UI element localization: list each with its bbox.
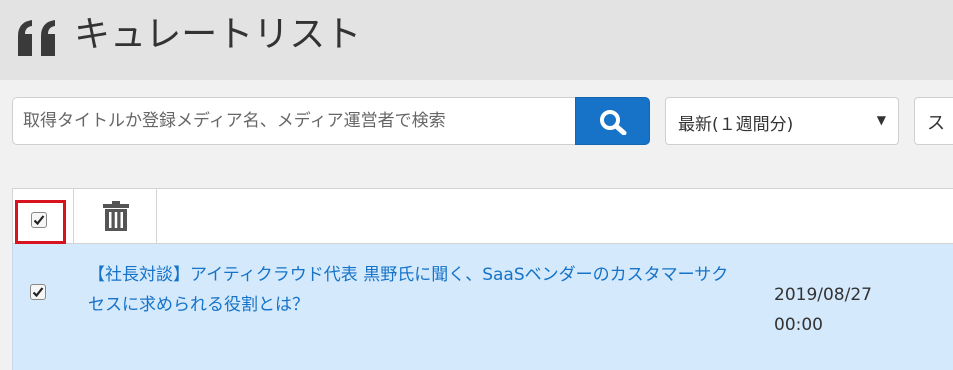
page-header: キュレートリスト xyxy=(0,0,953,80)
row-timestamp: 2019/08/27 00:00 xyxy=(774,280,872,340)
period-select[interactable]: 最新(１週間分) ▼ xyxy=(665,97,899,145)
search-button[interactable] xyxy=(575,97,650,145)
search-toolbar: 最新(１週間分) ▼ ス xyxy=(0,80,953,164)
checkmark-icon xyxy=(33,215,45,226)
page-title: キュレートリスト xyxy=(74,14,362,55)
table-header xyxy=(12,188,953,244)
checkmark-icon xyxy=(32,287,44,298)
period-select-value: 最新(１週間分) xyxy=(678,115,794,135)
row-time: 00:00 xyxy=(774,315,823,335)
dropdown-arrow-icon: ▼ xyxy=(876,113,886,127)
quote-icon xyxy=(18,20,55,56)
select-all-cell xyxy=(13,189,74,244)
secondary-select[interactable]: ス xyxy=(914,97,953,145)
delete-button[interactable] xyxy=(74,189,157,243)
table-row: 【社長対談】アイティクラウド代表 黒野氏に聞く、SaaSベンダーのカスタマーサク… xyxy=(12,244,953,370)
trash-icon xyxy=(103,201,129,231)
select-all-checkbox[interactable] xyxy=(31,212,47,228)
search-icon xyxy=(600,110,627,135)
curate-table: 【社長対談】アイティクラウド代表 黒野氏に聞く、SaaSベンダーのカスタマーサク… xyxy=(0,164,953,370)
row-title-link[interactable]: 【社長対談】アイティクラウド代表 黒野氏に聞く、SaaSベンダーのカスタマーサク… xyxy=(88,260,738,320)
curate-list-page: キュレートリスト 最新(１週間分) ▼ ス xyxy=(0,0,953,370)
search-input[interactable] xyxy=(12,97,576,145)
secondary-select-value: ス xyxy=(927,113,945,134)
row-checkbox[interactable] xyxy=(30,284,46,300)
row-date: 2019/08/27 xyxy=(774,285,872,305)
